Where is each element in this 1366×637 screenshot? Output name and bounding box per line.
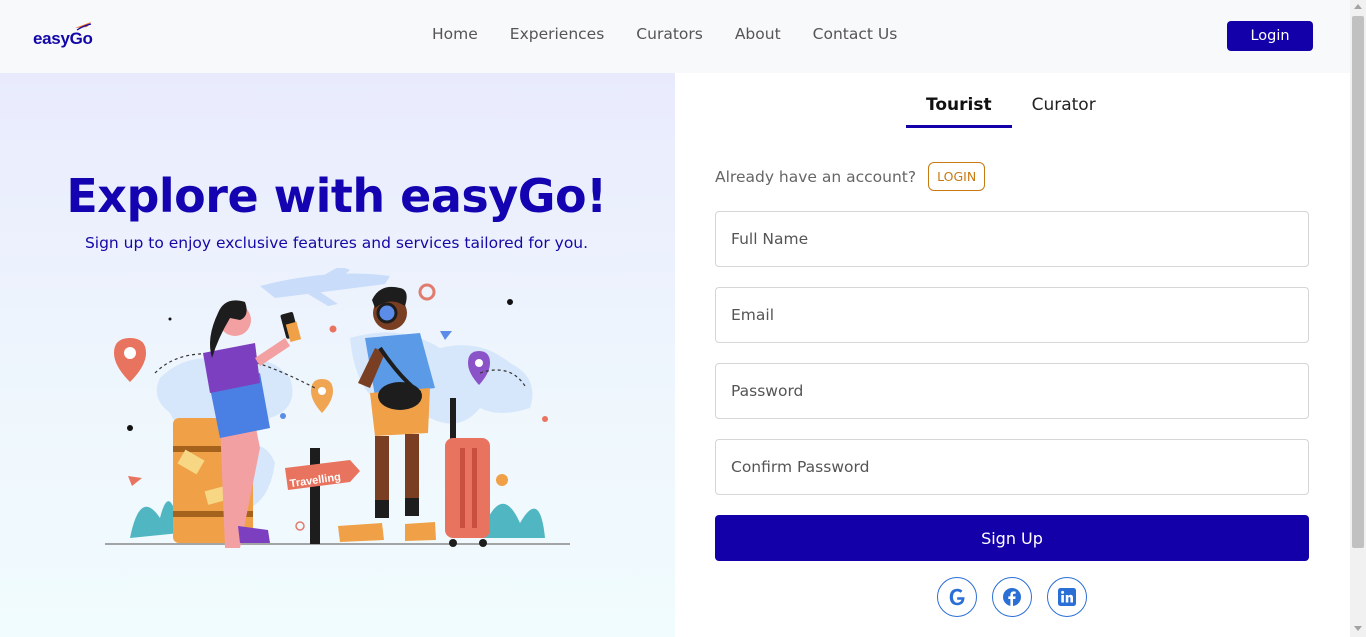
nav-about[interactable]: About	[735, 25, 781, 43]
nav-curators[interactable]: Curators	[636, 25, 703, 43]
social-login-row	[937, 577, 1087, 617]
header-login-button[interactable]: Login	[1227, 21, 1313, 51]
travel-illustration: Travelling	[105, 268, 570, 548]
scroll-up-arrow-icon[interactable]	[1354, 4, 1362, 9]
full-name-field[interactable]	[715, 211, 1309, 267]
linkedin-login-button[interactable]	[1047, 577, 1087, 617]
hero-panel: Explore with easyGo! Sign up to enjoy ex…	[0, 73, 675, 637]
facebook-icon	[1003, 588, 1021, 606]
tab-tourist[interactable]: Tourist	[906, 93, 1012, 128]
sign-up-button[interactable]: Sign Up	[715, 515, 1309, 561]
email-field[interactable]	[715, 287, 1309, 343]
airplane-icon	[260, 268, 390, 306]
password-field[interactable]	[715, 363, 1309, 419]
location-pin-icon	[311, 379, 333, 413]
nav-contact-us[interactable]: Contact Us	[813, 25, 898, 43]
page-scrollbar[interactable]	[1350, 0, 1366, 637]
google-login-button[interactable]	[937, 577, 977, 617]
signup-panel: Tourist Curator Already have an account?…	[675, 73, 1350, 637]
hero-subtitle: Sign up to enjoy exclusive features and …	[84, 234, 589, 252]
easygo-logo[interactable]: easyGo	[33, 22, 103, 52]
scroll-thumb[interactable]	[1352, 16, 1364, 548]
main-nav: Home Experiences Curators About Contact …	[432, 25, 897, 43]
confirm-password-field[interactable]	[715, 439, 1309, 495]
facebook-login-button[interactable]	[992, 577, 1032, 617]
location-pin-icon	[114, 338, 146, 382]
top-navbar: easyGo Home Experiences Curators About C…	[0, 0, 1350, 73]
tab-curator[interactable]: Curator	[1012, 93, 1116, 128]
nav-home[interactable]: Home	[432, 25, 478, 43]
role-tabs: Tourist Curator	[906, 93, 1116, 128]
account-prompt: Already have an account?	[715, 167, 917, 186]
linkedin-icon	[1058, 588, 1076, 606]
scroll-down-arrow-icon[interactable]	[1354, 626, 1362, 631]
google-icon	[949, 588, 965, 606]
hero-title: Explore with easyGo!	[66, 169, 607, 223]
logo-text: easyGo	[33, 29, 93, 48]
nav-experiences[interactable]: Experiences	[510, 25, 605, 43]
existing-account-row: Already have an account? LOGIN	[715, 162, 986, 191]
inline-login-button[interactable]: LOGIN	[928, 162, 986, 191]
